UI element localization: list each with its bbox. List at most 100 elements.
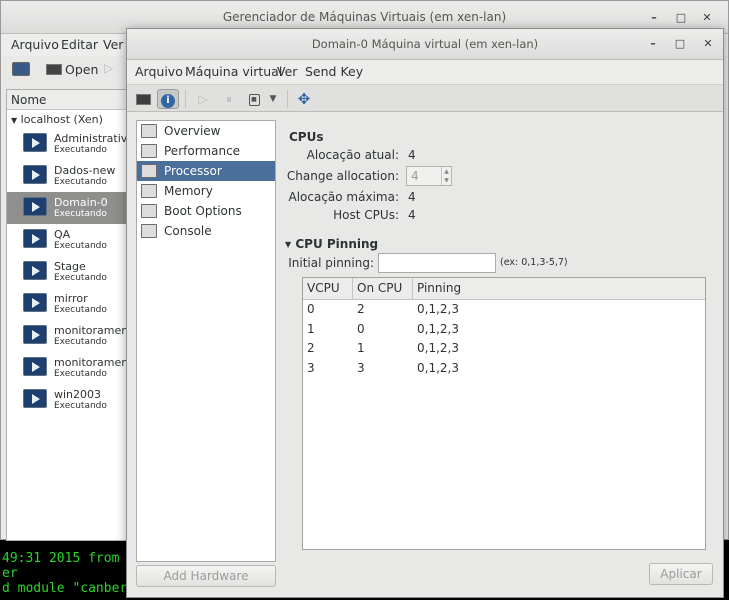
vm-list-item[interactable]: win2003 Executando (7, 384, 128, 416)
on-cpu-cell: 1 (357, 341, 365, 355)
maximize-icon[interactable]: □ (672, 10, 690, 26)
toolbar-separator (287, 90, 288, 108)
console-view-icon[interactable] (133, 89, 153, 109)
vm-list-item[interactable]: Stage Executando (7, 256, 128, 288)
add-hardware-button[interactable]: Add Hardware (136, 565, 276, 587)
menu-arquivo[interactable]: Arquivo (135, 64, 183, 79)
vcpu-cell: 2 (307, 341, 315, 355)
cpu-pinning-expander[interactable]: ▼ CPU Pinning (285, 237, 378, 251)
vm-list-item[interactable]: Administrativa Executando (7, 128, 134, 160)
shutdown-icon[interactable]: ■ (244, 89, 264, 109)
vm-screen-icon (23, 261, 47, 280)
on-cpu-cell: 0 (357, 321, 365, 336)
pause-icon[interactable]: ⏸ (219, 89, 239, 109)
vm-list-item[interactable]: monitoramento Executando (7, 352, 139, 384)
vm-screen-icon (23, 293, 47, 312)
cpus-heading: CPUs (289, 130, 324, 144)
initial-pinning-input[interactable] (378, 253, 496, 273)
sidebar-item-console[interactable]: Console (137, 221, 275, 241)
menu-ver[interactable]: Ver (103, 37, 123, 52)
minimize-icon[interactable]: – (644, 36, 662, 52)
apply-button[interactable]: Aplicar (649, 563, 713, 585)
sidebar-item-processor[interactable]: Processor (137, 161, 275, 181)
sidebar-item-performance[interactable]: Performance (137, 141, 275, 161)
close-icon[interactable]: ✕ (699, 36, 717, 52)
host-row[interactable]: ▼ localhost (Xen) (7, 110, 128, 128)
change-allocation-spinbox[interactable]: 4 ▲ ▼ (406, 166, 452, 186)
minimize-icon[interactable]: – (645, 10, 663, 26)
menu-ver[interactable]: Ver (277, 64, 297, 79)
vm-status: Executando (54, 305, 107, 315)
vm-screen-icon (23, 357, 47, 376)
pinning-rows: 0 2 0,1,2,3 1 0 0,1,2,3 2 1 0,1,2,3 3 3 0,1,2,3 (303, 300, 705, 378)
vm-list-item[interactable]: Dados-new Executando (7, 160, 128, 192)
gears-icon (141, 204, 157, 218)
menu-arquivo[interactable]: Arquivo (11, 37, 59, 52)
table-row[interactable]: 1 0 0,1,2,3 (303, 320, 705, 340)
vm-details-window: Domain-0 Máquina virtual (em xen-lan) – … (126, 28, 724, 598)
vm-name: mirror (54, 292, 88, 305)
column-header-on-cpu[interactable]: On CPU (353, 278, 413, 299)
toolbar-separator (185, 90, 186, 108)
vm-list-item[interactable]: Domain-0 Executando (7, 192, 128, 224)
host-cpus-value: 4 (408, 208, 416, 222)
expander-icon[interactable]: ▼ (285, 240, 291, 249)
menu-send-key[interactable]: Send Key (305, 64, 363, 79)
mouse-icon (141, 224, 157, 238)
vm-screen-icon (23, 325, 47, 344)
pinning-cell: 0,1,2,3 (417, 360, 459, 375)
vcpu-cell: 3 (307, 360, 315, 375)
manager-toolbar: Open ▷ (1, 57, 131, 85)
vm-name: win2003 (54, 388, 102, 401)
run-icon[interactable]: ▷ (104, 61, 113, 75)
details-toolbar: i ▷ ⏸ ■ ▼ ✥ (127, 84, 723, 112)
expander-icon[interactable]: ▼ (11, 116, 17, 125)
details-titlebar: Domain-0 Máquina virtual (em xen-lan) – … (127, 29, 723, 60)
manager-title: Gerenciador de Máquinas Virtuais (em xen… (222, 10, 507, 24)
menu-maquina-virtual[interactable]: Máquina virtual (185, 64, 282, 79)
host-cpus-label: Host CPUs: (333, 208, 399, 222)
table-row[interactable]: 2 1 0,1,2,3 (303, 339, 705, 359)
vm-status: Executando (54, 241, 107, 251)
vm-screen-icon (23, 197, 47, 216)
open-button[interactable]: Open (65, 62, 98, 77)
column-header-pinning[interactable]: Pinning (413, 278, 705, 299)
vm-list: Nome ▼ localhost (Xen) Administrativa Exe… (6, 89, 139, 541)
chevron-down-icon[interactable]: ▼ (263, 89, 283, 109)
vm-screen-icon (23, 165, 47, 184)
vm-list-item[interactable]: monitoramento Executando (7, 320, 139, 352)
hardware-sidebar: Overview Performance Processor Memory Boot O… (136, 120, 276, 562)
run-icon[interactable]: ▷ (193, 89, 213, 109)
maximize-icon[interactable]: □ (671, 36, 689, 52)
sidebar-item-memory[interactable]: Memory (137, 181, 275, 201)
vm-name: Administrativa (54, 132, 135, 145)
table-row[interactable]: 0 2 0,1,2,3 (303, 300, 705, 320)
vm-list-item[interactable]: mirror Executando (7, 288, 128, 320)
sidebar-item-boot-options[interactable]: Boot Options (137, 201, 275, 221)
new-vm-icon[interactable] (12, 62, 30, 76)
vm-list-item[interactable]: QA Executando (7, 224, 128, 256)
info-icon[interactable]: i (157, 89, 179, 109)
initial-pinning-label: Initial pinning: (288, 256, 374, 270)
table-row[interactable]: 3 3 0,1,2,3 (303, 359, 705, 379)
pinning-table-header: VCPU On CPU Pinning (303, 278, 705, 300)
close-icon[interactable]: ✕ (698, 10, 716, 26)
vm-status: Executando (54, 337, 107, 347)
open-console-icon[interactable] (46, 64, 62, 75)
max-allocation-value: 4 (408, 190, 416, 204)
vm-name: Dados-new (54, 164, 116, 177)
sidebar-item-overview[interactable]: Overview (137, 121, 275, 141)
spin-arrows-icon[interactable]: ▲ ▼ (441, 167, 451, 185)
column-header-vcpu[interactable]: VCPU (303, 278, 353, 299)
menu-editar[interactable]: Editar (61, 37, 98, 52)
pinning-hint: (ex: 0,1,3-5,7) (500, 257, 568, 268)
cpu-chip-icon (141, 164, 157, 178)
sidebar-item-label: Processor (164, 164, 222, 178)
change-allocation-label: Change allocation: (286, 169, 399, 183)
column-header-nome[interactable]: Nome (7, 90, 128, 110)
vm-screen-icon (23, 133, 47, 152)
fullscreen-icon[interactable]: ✥ (294, 89, 314, 109)
sidebar-item-label: Boot Options (164, 204, 242, 218)
on-cpu-cell: 2 (357, 302, 365, 316)
performance-graph-icon (141, 144, 157, 158)
